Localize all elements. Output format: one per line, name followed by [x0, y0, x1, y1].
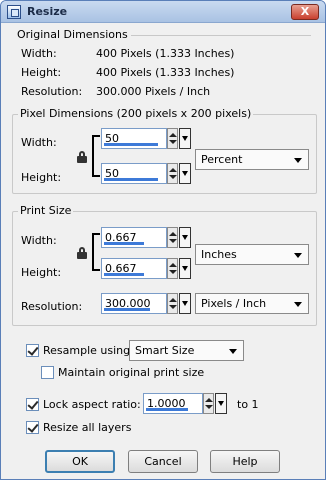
pixel-height-spin-arrows[interactable] [167, 163, 178, 184]
resample-checkbox[interactable] [26, 344, 39, 357]
chevron-down-icon [294, 302, 302, 307]
lock-icon [77, 151, 87, 163]
original-height-label: Height: [21, 66, 62, 79]
pixel-height-field[interactable]: 50 [101, 163, 167, 184]
original-width-value: 400 Pixels (1.333 Inches) [96, 47, 235, 60]
print-unit-value: Inches [201, 248, 237, 261]
print-height-field[interactable]: 0.667 [101, 258, 167, 279]
pixel-unit-select[interactable]: Percent [195, 149, 309, 170]
resample-method-select[interactable]: Smart Size [129, 340, 244, 361]
lock-aspect-checkbox[interactable] [26, 398, 39, 411]
original-resolution-value: 300.000 Pixels / Inch [96, 85, 211, 98]
chevron-down-icon [294, 158, 302, 163]
pixel-width-dropdown-button[interactable] [179, 128, 191, 149]
window-title: Resize [27, 5, 68, 18]
resize-app-icon [7, 5, 21, 19]
resize-all-layers-label: Resize all layers [43, 421, 132, 434]
lock-aspect-label: Lock aspect ratio: [43, 398, 141, 411]
print-height-spin-arrows[interactable] [167, 258, 178, 279]
original-width-label: Width: [21, 47, 57, 60]
resolution-stepper[interactable]: 300.000 [101, 293, 191, 314]
pixel-dimensions-title: Pixel Dimensions (200 pixels x 200 pixel… [18, 107, 254, 120]
print-unit-select[interactable]: Inches [195, 244, 309, 265]
resolution-unit-value: Pixels / Inch [201, 297, 267, 310]
pixel-height-dropdown-button[interactable] [179, 163, 191, 184]
pixel-link-bracket [92, 135, 100, 177]
resize-dialog: Resize X Original Dimensions Width: 400 … [0, 0, 326, 480]
print-height-label: Height: [21, 266, 62, 279]
close-icon: X [300, 5, 310, 18]
close-button[interactable]: X [291, 4, 319, 20]
aspect-ratio-field[interactable]: 1.0000 [143, 393, 203, 414]
original-height-value: 400 Pixels (1.333 Inches) [96, 66, 235, 79]
print-width-field[interactable]: 0.667 [101, 227, 167, 248]
resolution-spin-arrows[interactable] [167, 293, 178, 314]
title-bar: Resize X [1, 1, 325, 23]
aspect-ratio-spin-arrows[interactable] [203, 393, 214, 414]
pixel-unit-value: Percent [201, 153, 243, 166]
print-size-title: Print Size [18, 204, 74, 217]
aspect-suffix: to 1 [237, 398, 259, 411]
maintain-print-size-label: Maintain original print size [58, 366, 205, 379]
chevron-down-icon [294, 253, 302, 258]
print-width-label: Width: [21, 234, 57, 247]
help-button[interactable]: Help [210, 450, 280, 473]
print-height-stepper[interactable]: 0.667 [101, 258, 191, 279]
pixel-width-stepper[interactable]: 50 [101, 128, 191, 149]
ok-button[interactable]: OK [45, 450, 115, 473]
print-width-spin-arrows[interactable] [167, 227, 178, 248]
pixel-height-label: Height: [21, 171, 62, 184]
original-dimensions-title: Original Dimensions [17, 28, 128, 41]
resolution-field[interactable]: 300.000 [101, 293, 167, 314]
resize-all-layers-checkbox[interactable] [26, 421, 39, 434]
cancel-button[interactable]: Cancel [128, 450, 198, 473]
print-height-dropdown-button[interactable] [179, 258, 191, 279]
print-width-stepper[interactable]: 0.667 [101, 227, 191, 248]
resolution-label: Resolution: [21, 300, 83, 313]
maintain-print-size-checkbox[interactable] [41, 366, 54, 379]
resolution-unit-select[interactable]: Pixels / Inch [195, 293, 309, 314]
original-resolution-label: Resolution: [21, 85, 83, 98]
resample-label: Resample using: [43, 344, 134, 357]
pixel-width-field[interactable]: 50 [101, 128, 167, 149]
original-divider [131, 35, 311, 36]
pixel-width-spin-arrows[interactable] [167, 128, 178, 149]
resample-method-value: Smart Size [135, 344, 195, 357]
aspect-ratio-stepper[interactable]: 1.0000 [143, 393, 231, 414]
chevron-down-icon [229, 349, 237, 354]
pixel-width-label: Width: [21, 136, 57, 149]
pixel-height-stepper[interactable]: 50 [101, 163, 191, 184]
print-width-dropdown-button[interactable] [179, 227, 191, 248]
print-link-bracket [92, 233, 100, 271]
aspect-ratio-dropdown-button[interactable] [215, 393, 227, 414]
lock-icon [77, 247, 87, 259]
resolution-dropdown-button[interactable] [179, 293, 191, 314]
